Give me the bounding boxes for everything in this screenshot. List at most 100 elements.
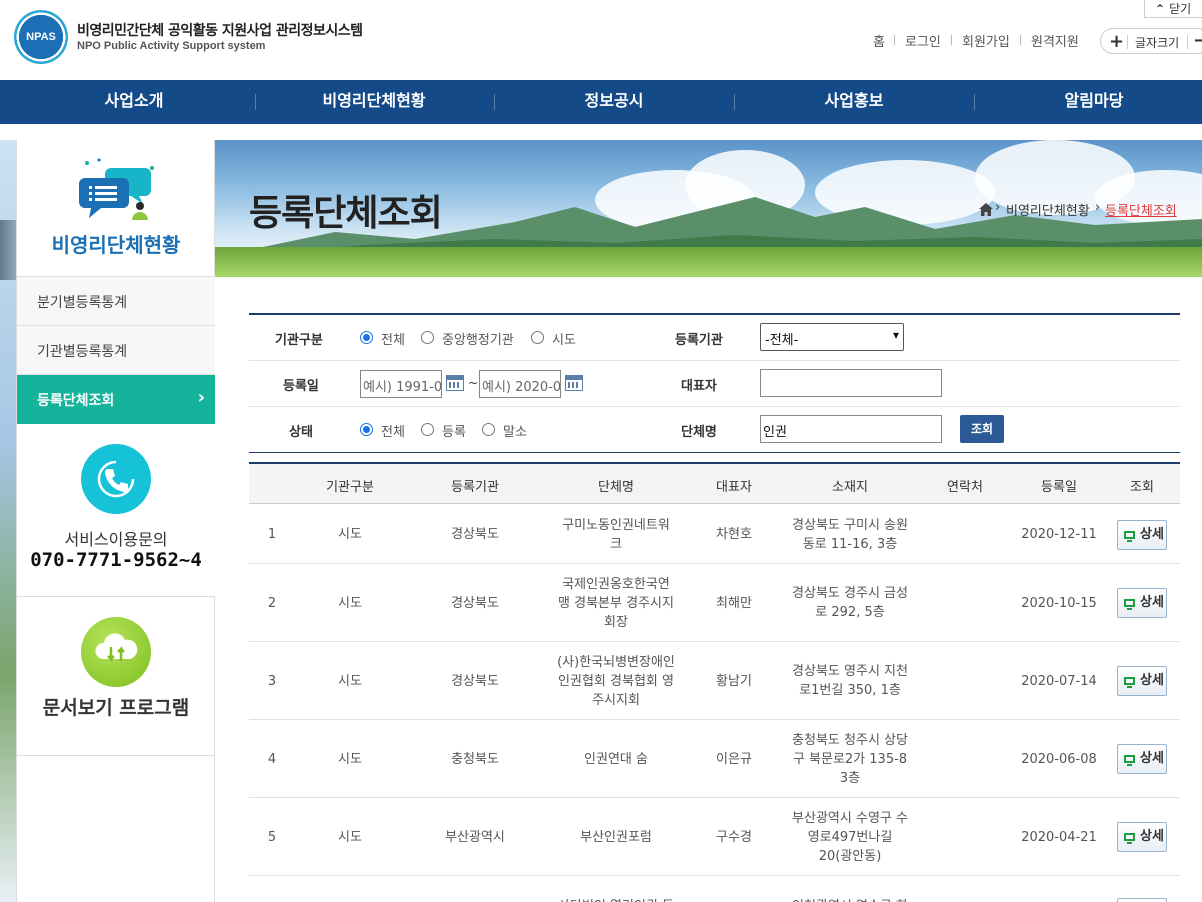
org-type-radio-label: 전체 bbox=[381, 333, 405, 348]
row-org-name: 부산인권포럼 bbox=[580, 830, 652, 845]
org-type-radio-label: 중앙행정기관 bbox=[442, 333, 514, 348]
name-label: 단체명 bbox=[681, 425, 717, 440]
status-radio-registered[interactable] bbox=[421, 423, 434, 436]
row-address: 인천광역시 연수구 한 bbox=[779, 897, 921, 902]
row-reg-date: 2020-06-08 bbox=[1021, 752, 1097, 767]
table-row[interactable]: 사단법인 열린인권 동 인천광역시 연수구 한 상세 bbox=[249, 876, 1180, 902]
gnb-item-npo-status[interactable]: 비영리단체현황 bbox=[254, 80, 494, 124]
column-header: 조회 bbox=[1130, 480, 1154, 495]
search-row-status: 상태 전체 등록 말소 단체명 인권 조회 bbox=[249, 407, 1180, 453]
row-address: 경상북도 경주시 금성 로 292, 5층 bbox=[792, 586, 908, 620]
chat-bubbles-icon bbox=[79, 158, 154, 220]
row-reg-org: 경상북도 bbox=[451, 527, 499, 542]
detail-button[interactable]: 상세 bbox=[1117, 520, 1167, 550]
detail-button[interactable]: 상세 bbox=[1117, 744, 1167, 774]
date-to-input[interactable]: 예시) 2020-01 bbox=[479, 370, 561, 398]
table-row[interactable]: 3 시도 경상북도 (사)한국뇌병변장애인 인권협회 경북협회 영 주시지회 황남기 경상북도… bbox=[249, 642, 1180, 720]
sidebar-item-label: 등록단체조회 bbox=[37, 393, 115, 409]
util-link-home[interactable]: 홈 bbox=[873, 31, 885, 50]
row-org-type: 시도 bbox=[338, 596, 362, 611]
org-type-radio-central[interactable] bbox=[421, 331, 434, 344]
table-row[interactable]: 4 시도 충청북도 인권연대 숨 이은규 충청북도 청주시 상당 구 북문로2가 135-8… bbox=[249, 720, 1180, 798]
column-header: 단체명 bbox=[598, 480, 634, 495]
util-link-remote[interactable]: 원격지원 bbox=[1031, 31, 1079, 50]
contact-phone: 070-7771-9562~4 bbox=[30, 549, 202, 571]
npas-logo[interactable]: NPAS bbox=[14, 10, 68, 64]
reg-org-select[interactable]: -전체- ▾ bbox=[760, 323, 904, 351]
rep-input[interactable] bbox=[760, 369, 942, 397]
sidebar-item-quarterly-stats[interactable]: 분기별등록통계 bbox=[17, 277, 215, 326]
detail-button[interactable]: 상세 bbox=[1117, 588, 1167, 618]
row-address: 부산광역시 수영구 수 영로497번나길 20(광안동) bbox=[792, 811, 908, 864]
font-size-separator bbox=[1187, 35, 1188, 49]
monitor-icon bbox=[1124, 531, 1135, 542]
util-link-signup[interactable]: 회원가입 bbox=[962, 31, 1010, 50]
row-org-type: 시도 bbox=[338, 674, 362, 689]
search-row-reg-date: 등록일 예시) 1991-01 ~ 예시) 2020-01 대표자 bbox=[249, 361, 1180, 407]
gnb-item-business-intro[interactable]: 사업소개 bbox=[14, 80, 254, 124]
sidebar-item-org-stats[interactable]: 기관별등록통계 bbox=[17, 326, 215, 375]
background-strip bbox=[0, 140, 16, 902]
row-reg-org: 경상북도 bbox=[451, 674, 499, 689]
detail-button[interactable]: 상세 bbox=[1117, 666, 1167, 696]
search-button[interactable]: 조회 bbox=[960, 415, 1004, 443]
row-address: 충청북도 청주시 상당 구 북문로2가 135-8 3층 bbox=[792, 733, 908, 786]
date-from-input[interactable]: 예시) 1991-01 bbox=[360, 370, 442, 398]
status-label: 상태 bbox=[289, 425, 313, 440]
gnb-item-notice[interactable]: 알림마당 bbox=[974, 80, 1202, 124]
site-title[interactable]: 비영리민간단체 공익활동 지원사업 관리정보시스템 bbox=[77, 20, 363, 40]
status-radio-cancelled[interactable] bbox=[482, 423, 495, 436]
detail-button-label: 상세 bbox=[1140, 751, 1164, 766]
table-row[interactable]: 1 시도 경상북도 구미노동인권네트워 크 차현호 경상북도 구미시 송원 동로 11-16,… bbox=[249, 505, 1180, 564]
util-separator bbox=[894, 35, 895, 45]
gnb-item-promotion[interactable]: 사업홍보 bbox=[734, 80, 974, 124]
row-org-name: 사단법인 열린인권 동 bbox=[552, 897, 680, 902]
rep-label: 대표자 bbox=[681, 379, 717, 394]
font-size-plus-button[interactable]: + bbox=[1109, 31, 1124, 52]
doc-viewer-box[interactable]: 문서보기 프로그램 bbox=[17, 597, 215, 756]
search-form: 기관구분 전체 중앙행정기관 시도 등록기관 -전체- ▾ 등록일 예시) 19… bbox=[249, 313, 1180, 453]
home-icon[interactable] bbox=[979, 203, 993, 216]
status-radio-all[interactable] bbox=[360, 423, 373, 436]
breadcrumb-separator: › bbox=[1095, 200, 1101, 215]
table-header: 기관구분 등록기관 단체명 대표자 소재지 연락처 등록일 조회 bbox=[249, 464, 1180, 504]
column-header: 등록기관 bbox=[451, 480, 499, 495]
calendar-icon[interactable] bbox=[565, 375, 583, 391]
column-header: 기관구분 bbox=[326, 480, 374, 495]
results-table: 기관구분 등록기관 단체명 대표자 소재지 연락처 등록일 조회 1 시도 경상북도… bbox=[249, 462, 1180, 902]
site-header: NPAS 비영리민간단체 공익활동 지원사업 관리정보시스템 NPO Publi… bbox=[0, 0, 1202, 80]
font-size-minus-button[interactable]: − bbox=[1193, 30, 1202, 51]
row-representative: 최해만 bbox=[716, 596, 752, 611]
table-row[interactable]: 2 시도 경상북도 국제인권옹호한국연 맹 경북본부 경주시지 회장 최해만 경상북도 경주시… bbox=[249, 564, 1180, 642]
calendar-icon[interactable] bbox=[446, 375, 464, 391]
date-separator: ~ bbox=[468, 376, 479, 390]
org-type-radio-all[interactable] bbox=[360, 331, 373, 344]
row-reg-date: 2020-07-14 bbox=[1021, 674, 1097, 689]
gnb-item-disclosure[interactable]: 정보공시 bbox=[494, 80, 734, 124]
row-org-type: 시도 bbox=[338, 527, 362, 542]
row-org-name: 구미노동인권네트워 크 bbox=[562, 518, 670, 552]
row-org-type: 시도 bbox=[338, 830, 362, 845]
grass-graphic bbox=[215, 247, 1202, 277]
row-representative: 황남기 bbox=[716, 674, 752, 689]
close-button[interactable]: ⌃ 닫기 bbox=[1144, 0, 1202, 18]
row-reg-org: 경상북도 bbox=[451, 596, 499, 611]
table-row[interactable]: 5 시도 부산광역시 부산인권포럼 구수경 부산광역시 수영구 수 영로497번나길 20(광… bbox=[249, 798, 1180, 876]
breadcrumb-item[interactable]: 비영리단체현황 bbox=[1006, 200, 1090, 219]
util-separator bbox=[951, 35, 952, 45]
reg-date-label: 등록일 bbox=[283, 379, 319, 394]
row-address: 경상북도 영주시 지천 로1번길 350, 1층 bbox=[792, 664, 908, 698]
monitor-icon bbox=[1124, 833, 1135, 844]
breadcrumb-current[interactable]: 등록단체조회 bbox=[1105, 200, 1177, 219]
org-type-radio-province[interactable] bbox=[531, 331, 544, 344]
detail-button[interactable]: 상세 bbox=[1117, 898, 1167, 902]
column-header: 등록일 bbox=[1041, 480, 1077, 495]
detail-button[interactable]: 상세 bbox=[1117, 822, 1167, 852]
sidebar-item-registered-search[interactable]: 등록단체조회 › bbox=[17, 375, 215, 424]
row-number: 2 bbox=[267, 596, 277, 611]
util-link-login[interactable]: 로그인 bbox=[905, 31, 941, 50]
name-input[interactable]: 인권 bbox=[760, 415, 942, 443]
row-representative: 이은규 bbox=[716, 752, 752, 767]
row-number: 5 bbox=[267, 830, 277, 845]
status-radio-label: 등록 bbox=[442, 425, 466, 440]
